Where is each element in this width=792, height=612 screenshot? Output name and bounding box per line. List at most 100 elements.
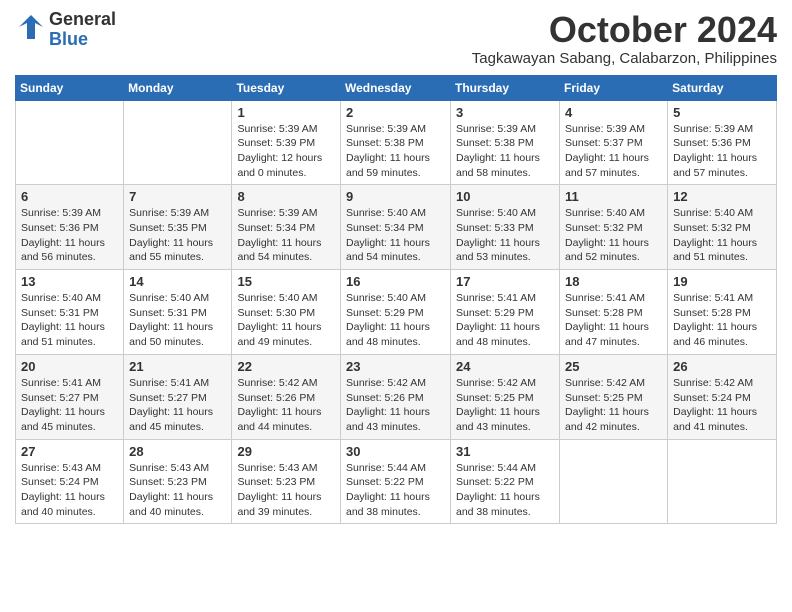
calendar-cell: 20 Sunrise: 5:41 AM Sunset: 5:27 PM Dayli… — [16, 354, 124, 439]
calendar-cell: 10 Sunrise: 5:40 AM Sunset: 5:33 PM Dayli… — [451, 185, 560, 270]
calendar-cell: 2 Sunrise: 5:39 AM Sunset: 5:38 PM Daylig… — [341, 100, 451, 185]
calendar-week-row: 1 Sunrise: 5:39 AM Sunset: 5:39 PM Daylig… — [16, 100, 777, 185]
calendar-cell: 5Sunrise: 5:39 AM Sunset: 5:36 PM Daylig… — [668, 100, 777, 185]
weekday-header-row: SundayMondayTuesdayWednesdayThursdayFrid… — [16, 75, 777, 100]
calendar-cell: 22 Sunrise: 5:42 AM Sunset: 5:26 PM Dayli… — [232, 354, 341, 439]
day-detail: Sunrise: 5:40 AM Sunset: 5:29 PM Dayligh… — [346, 291, 445, 350]
calendar-cell: 11Sunrise: 5:40 AM Sunset: 5:32 PM Dayli… — [560, 185, 668, 270]
day-number: 27 — [21, 444, 118, 459]
day-number: 30 — [346, 444, 445, 459]
calendar-cell: 13Sunrise: 5:40 AM Sunset: 5:31 PM Dayli… — [16, 270, 124, 355]
calendar-cell — [16, 100, 124, 185]
calendar-cell: 23 Sunrise: 5:42 AM Sunset: 5:26 PM Dayli… — [341, 354, 451, 439]
logo-icon — [15, 11, 47, 48]
day-detail: Sunrise: 5:39 AM Sunset: 5:35 PM Dayligh… — [129, 206, 226, 265]
day-number: 31 — [456, 444, 554, 459]
day-number: 2 — [346, 105, 445, 120]
day-number: 26 — [673, 359, 771, 374]
day-number: 10 — [456, 189, 554, 204]
weekday-header: Sunday — [16, 75, 124, 100]
day-detail: Sunrise: 5:40 AM Sunset: 5:30 PM Dayligh… — [237, 291, 335, 350]
day-detail: Sunrise: 5:42 AM Sunset: 5:25 PM Dayligh… — [456, 376, 554, 435]
day-number: 12 — [673, 189, 771, 204]
day-number: 9 — [346, 189, 445, 204]
weekday-header: Monday — [124, 75, 232, 100]
day-detail: Sunrise: 5:42 AM Sunset: 5:24 PM Dayligh… — [673, 376, 771, 435]
calendar-table: SundayMondayTuesdayWednesdayThursdayFrid… — [15, 75, 777, 525]
calendar-cell: 17 Sunrise: 5:41 AM Sunset: 5:29 PM Dayli… — [451, 270, 560, 355]
logo-blue-text: Blue — [49, 30, 116, 50]
weekday-header: Friday — [560, 75, 668, 100]
calendar-cell: 21Sunrise: 5:41 AM Sunset: 5:27 PM Dayli… — [124, 354, 232, 439]
day-number: 23 — [346, 359, 445, 374]
day-number: 17 — [456, 274, 554, 289]
calendar-cell: 19Sunrise: 5:41 AM Sunset: 5:28 PM Dayli… — [668, 270, 777, 355]
calendar-cell: 26 Sunrise: 5:42 AM Sunset: 5:24 PM Dayli… — [668, 354, 777, 439]
day-detail: Sunrise: 5:41 AM Sunset: 5:27 PM Dayligh… — [21, 376, 118, 435]
logo-text: General Blue — [49, 10, 116, 50]
day-number: 15 — [237, 274, 335, 289]
day-detail: Sunrise: 5:42 AM Sunset: 5:25 PM Dayligh… — [565, 376, 662, 435]
calendar-cell: 27 Sunrise: 5:43 AM Sunset: 5:24 PM Dayli… — [16, 439, 124, 524]
day-number: 20 — [21, 359, 118, 374]
day-number: 3 — [456, 105, 554, 120]
day-number: 29 — [237, 444, 335, 459]
day-detail: Sunrise: 5:39 AM Sunset: 5:38 PM Dayligh… — [456, 122, 554, 181]
calendar-week-row: 13 Sunrise: 5:40 AM Sunset: 5:31 PM Dayli… — [16, 270, 777, 355]
calendar-cell: 30 Sunrise: 5:44 AM Sunset: 5:22 PM Dayli… — [341, 439, 451, 524]
calendar-cell: 29 Sunrise: 5:43 AM Sunset: 5:23 PM Dayli… — [232, 439, 341, 524]
calendar-cell: 12 Sunrise: 5:40 AM Sunset: 5:32 PM Dayli… — [668, 185, 777, 270]
day-number: 5 — [673, 105, 771, 120]
day-number: 25 — [565, 359, 662, 374]
day-detail: Sunrise: 5:39 AM Sunset: 5:38 PM Dayligh… — [346, 122, 445, 181]
day-number: 21 — [129, 359, 226, 374]
calendar-cell: 9Sunrise: 5:40 AM Sunset: 5:34 PM Daylig… — [341, 185, 451, 270]
weekday-header: Saturday — [668, 75, 777, 100]
calendar-cell: 28Sunrise: 5:43 AM Sunset: 5:23 PM Dayli… — [124, 439, 232, 524]
day-number: 6 — [21, 189, 118, 204]
day-number: 4 — [565, 105, 662, 120]
day-detail: Sunrise: 5:41 AM Sunset: 5:28 PM Dayligh… — [673, 291, 771, 350]
weekday-header: Wednesday — [341, 75, 451, 100]
day-detail: Sunrise: 5:40 AM Sunset: 5:32 PM Dayligh… — [673, 206, 771, 265]
day-number: 14 — [129, 274, 226, 289]
day-detail: Sunrise: 5:43 AM Sunset: 5:24 PM Dayligh… — [21, 461, 118, 520]
day-number: 28 — [129, 444, 226, 459]
day-detail: Sunrise: 5:44 AM Sunset: 5:22 PM Dayligh… — [456, 461, 554, 520]
weekday-header: Thursday — [451, 75, 560, 100]
day-detail: Sunrise: 5:40 AM Sunset: 5:33 PM Dayligh… — [456, 206, 554, 265]
day-number: 22 — [237, 359, 335, 374]
day-detail: Sunrise: 5:40 AM Sunset: 5:31 PM Dayligh… — [129, 291, 226, 350]
weekday-header: Tuesday — [232, 75, 341, 100]
calendar-week-row: 20 Sunrise: 5:41 AM Sunset: 5:27 PM Dayli… — [16, 354, 777, 439]
location-title: Tagkawayan Sabang, Calabarzon, Philippin… — [472, 50, 777, 67]
day-number: 16 — [346, 274, 445, 289]
day-detail: Sunrise: 5:39 AM Sunset: 5:36 PM Dayligh… — [21, 206, 118, 265]
day-detail: Sunrise: 5:42 AM Sunset: 5:26 PM Dayligh… — [237, 376, 335, 435]
day-number: 13 — [21, 274, 118, 289]
calendar-cell: 8Sunrise: 5:39 AM Sunset: 5:34 PM Daylig… — [232, 185, 341, 270]
calendar-cell: 7 Sunrise: 5:39 AM Sunset: 5:35 PM Daylig… — [124, 185, 232, 270]
day-number: 8 — [237, 189, 335, 204]
day-number: 1 — [237, 105, 335, 120]
calendar-cell: 25 Sunrise: 5:42 AM Sunset: 5:25 PM Dayli… — [560, 354, 668, 439]
day-detail: Sunrise: 5:41 AM Sunset: 5:29 PM Dayligh… — [456, 291, 554, 350]
day-detail: Sunrise: 5:44 AM Sunset: 5:22 PM Dayligh… — [346, 461, 445, 520]
calendar-cell: 6 Sunrise: 5:39 AM Sunset: 5:36 PM Daylig… — [16, 185, 124, 270]
day-detail: Sunrise: 5:43 AM Sunset: 5:23 PM Dayligh… — [237, 461, 335, 520]
calendar-cell: 31 Sunrise: 5:44 AM Sunset: 5:22 PM Dayli… — [451, 439, 560, 524]
day-number: 7 — [129, 189, 226, 204]
calendar-cell: 18Sunrise: 5:41 AM Sunset: 5:28 PM Dayli… — [560, 270, 668, 355]
logo: General Blue — [15, 10, 116, 50]
calendar-cell — [560, 439, 668, 524]
calendar-cell: 15 Sunrise: 5:40 AM Sunset: 5:30 PM Dayli… — [232, 270, 341, 355]
calendar-cell: 3 Sunrise: 5:39 AM Sunset: 5:38 PM Daylig… — [451, 100, 560, 185]
calendar-week-row: 27 Sunrise: 5:43 AM Sunset: 5:24 PM Dayli… — [16, 439, 777, 524]
logo-general-text: General — [49, 10, 116, 30]
day-detail: Sunrise: 5:42 AM Sunset: 5:26 PM Dayligh… — [346, 376, 445, 435]
day-detail: Sunrise: 5:39 AM Sunset: 5:39 PM Dayligh… — [237, 122, 335, 181]
calendar-week-row: 6 Sunrise: 5:39 AM Sunset: 5:36 PM Daylig… — [16, 185, 777, 270]
calendar-cell: 1 Sunrise: 5:39 AM Sunset: 5:39 PM Daylig… — [232, 100, 341, 185]
day-detail: Sunrise: 5:40 AM Sunset: 5:32 PM Dayligh… — [565, 206, 662, 265]
calendar-cell — [668, 439, 777, 524]
